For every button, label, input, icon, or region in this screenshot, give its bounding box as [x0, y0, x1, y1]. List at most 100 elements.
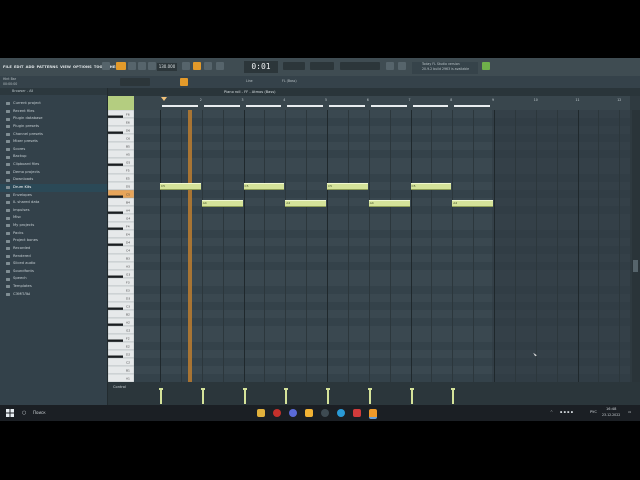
white-key[interactable]	[108, 309, 134, 319]
browser-item[interactable]: Sliced audio	[0, 260, 107, 268]
fl-studio-taskbar-icon[interactable]	[369, 409, 377, 419]
note[interactable]: C5	[410, 183, 452, 190]
velocity-bar[interactable]	[367, 388, 372, 404]
browser-item[interactable]: Misc	[0, 214, 107, 222]
browser-item[interactable]: Project bones	[0, 237, 107, 245]
record-button[interactable]	[148, 62, 156, 70]
update-icon[interactable]	[482, 62, 490, 70]
browser-item[interactable]: Packs	[0, 230, 107, 238]
telegram-icon[interactable]	[337, 409, 345, 417]
note[interactable]: C5	[243, 183, 285, 190]
snap-selector[interactable]: Line	[246, 79, 253, 83]
velocity-bar[interactable]	[242, 388, 247, 404]
browser-item[interactable]: Mixer presets	[0, 138, 107, 146]
tempo-display[interactable]: 130.000	[157, 63, 177, 71]
menu-view[interactable]: VIEW	[60, 65, 71, 69]
browser-item[interactable]: Templates	[0, 283, 107, 291]
white-key[interactable]	[108, 285, 134, 295]
pattern-song-toggle[interactable]	[116, 62, 126, 70]
piano-roll-button[interactable]	[180, 78, 188, 86]
velocity-bar[interactable]	[326, 388, 330, 404]
song-time-display[interactable]: 0:01	[244, 61, 278, 73]
loop-record-icon[interactable]	[216, 62, 224, 70]
browser-item[interactable]: Impulses	[0, 207, 107, 215]
media-app-icon[interactable]	[353, 409, 361, 417]
master-volume-knob[interactable]	[102, 62, 110, 70]
menu-options[interactable]: OPTIONS	[73, 65, 92, 69]
white-key[interactable]	[108, 261, 134, 271]
note[interactable]: A4	[368, 200, 410, 207]
browser-item[interactable]: Channel presets	[0, 131, 107, 139]
mixer-icon[interactable]	[398, 62, 406, 70]
white-key[interactable]	[108, 277, 134, 287]
tool-strip[interactable]	[120, 78, 150, 86]
stop-button[interactable]	[138, 62, 146, 70]
white-key[interactable]	[108, 365, 134, 375]
white-key[interactable]	[108, 173, 134, 183]
browser-item[interactable]: Recorded	[0, 245, 107, 253]
browser-item[interactable]: Soundfonts	[0, 268, 107, 276]
play-button[interactable]	[128, 62, 136, 70]
note[interactable]: A4	[452, 200, 493, 207]
vertical-scrollbar[interactable]	[632, 110, 640, 382]
white-key[interactable]	[108, 253, 134, 263]
browser-item[interactable]: IL shared data	[0, 199, 107, 207]
velocity-bar[interactable]	[159, 388, 163, 404]
channel-selector[interactable]: FL (Bass)	[282, 79, 297, 83]
browser-item[interactable]: Clipboard files	[0, 161, 107, 169]
discord-icon[interactable]	[289, 409, 297, 417]
countdown-icon[interactable]	[204, 62, 212, 70]
white-key[interactable]	[108, 357, 134, 367]
file-explorer-icon[interactable]	[257, 409, 265, 417]
browser-item[interactable]: My projects	[0, 222, 107, 230]
menu-add[interactable]: ADD	[26, 65, 35, 69]
white-key[interactable]	[108, 149, 134, 159]
browser-item[interactable]: Demo projects	[0, 169, 107, 177]
white-key[interactable]	[108, 229, 134, 239]
menu-patterns[interactable]: PATTERNS	[37, 65, 58, 69]
browser-item[interactable]: Downloads	[0, 176, 107, 184]
news-panel[interactable]: Today FL Studio version 20.9.2 build 296…	[412, 62, 478, 74]
browser-item[interactable]: Recent files	[0, 108, 107, 116]
browser-item[interactable]: Current project	[0, 100, 107, 108]
piano-roll-timeline[interactable]: 2 3 4 5 6 7 8 9 10 11 12	[134, 96, 630, 110]
white-key[interactable]	[108, 165, 134, 175]
velocity-bar[interactable]	[284, 388, 289, 404]
playhead-marker[interactable]	[161, 97, 167, 101]
white-key[interactable]	[108, 141, 134, 151]
note[interactable]: C5	[160, 183, 201, 190]
tray-chevron-icon[interactable]: ^	[550, 410, 553, 414]
white-key[interactable]	[108, 117, 134, 127]
app-icon[interactable]	[305, 409, 313, 417]
browser-item[interactable]: Drum Kits	[0, 183, 107, 192]
browser-item[interactable]: Backup	[0, 153, 107, 161]
velocity-bar[interactable]	[451, 388, 456, 404]
browser-item[interactable]: Plugin presets	[0, 123, 107, 131]
note[interactable]: C5	[327, 183, 368, 190]
menu-file[interactable]: FILE	[3, 65, 12, 69]
search-icon[interactable]: ○	[22, 410, 26, 416]
browser-item[interactable]: СЭМПЛЫ	[0, 291, 107, 299]
browser-item[interactable]: Scores	[0, 146, 107, 154]
opera-icon[interactable]	[273, 409, 281, 417]
piano-roll-titlebar[interactable]: Piano roll - FF - Atmos (Bass)	[108, 88, 640, 96]
white-key[interactable]	[108, 373, 134, 382]
piano-keyboard[interactable]: F6 E6 D6 C6 B5 A5 G5 F5 E5 D5 C5 B4 A4 G4 F4 E4 D4 C4 B3 A3…	[108, 110, 134, 382]
white-key[interactable]	[108, 245, 134, 255]
notification-icon[interactable]: ▭	[628, 410, 631, 414]
taskbar-search[interactable]: Поиск	[33, 410, 46, 415]
taskbar-clock[interactable]: 16:48	[606, 407, 616, 411]
menu-edit[interactable]: EDIT	[14, 65, 24, 69]
velocity-bar[interactable]	[409, 388, 414, 404]
browser-item[interactable]: Speech	[0, 275, 107, 283]
browser-item[interactable]: Rendered	[0, 253, 107, 261]
tray-icons[interactable]: ▪ ▪ ▪ ▪	[560, 410, 573, 414]
white-key[interactable]	[108, 197, 134, 207]
wait-record-icon[interactable]	[193, 62, 201, 70]
white-key[interactable]	[108, 133, 134, 143]
note[interactable]: A4	[285, 200, 326, 207]
windows-start-icon[interactable]	[6, 409, 14, 417]
pattern-selector[interactable]	[310, 62, 334, 70]
clock-app-icon[interactable]	[321, 409, 329, 417]
taskbar-date[interactable]: 23.12.2022	[602, 413, 620, 417]
